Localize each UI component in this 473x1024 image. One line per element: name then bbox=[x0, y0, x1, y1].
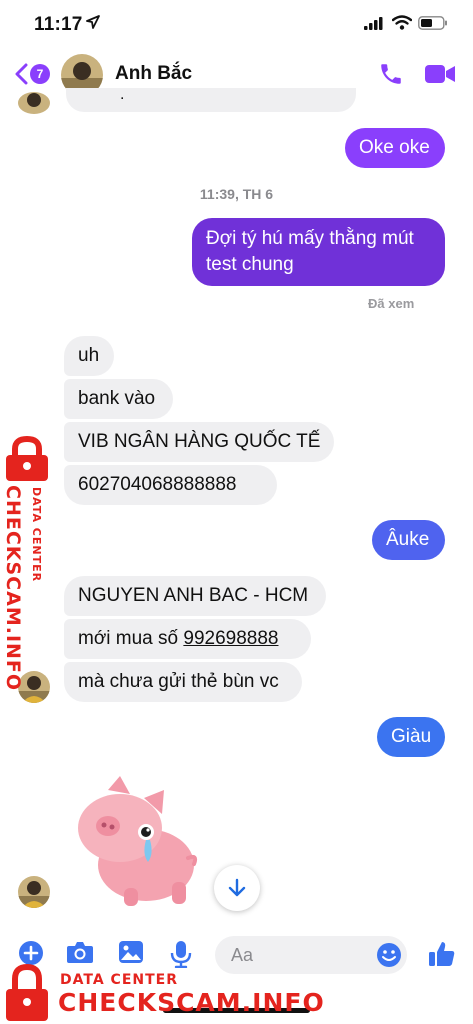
incoming-message[interactable]: VIB NGÂN HÀNG QUỐC TẾ bbox=[64, 422, 334, 462]
back-button[interactable]: 7 bbox=[14, 62, 50, 86]
message-line: test chung bbox=[206, 254, 294, 275]
camera-icon[interactable] bbox=[66, 940, 94, 964]
outgoing-message[interactable]: Âuke bbox=[372, 520, 445, 560]
outgoing-message[interactable]: Oke oke bbox=[345, 128, 445, 168]
location-arrow-icon bbox=[86, 15, 100, 29]
watermark-sub: DATA CENTER bbox=[30, 487, 43, 583]
outgoing-message[interactable]: Đợi tý hú mấy thằng mút test chung bbox=[192, 218, 445, 286]
padlock-icon bbox=[6, 436, 48, 481]
chevron-left-icon bbox=[15, 63, 28, 85]
watermark-main: CHECKSCAM.INFO bbox=[2, 485, 24, 692]
seen-receipt: Đã xem bbox=[368, 296, 415, 311]
padlock-icon bbox=[6, 964, 48, 1021]
cellular-signal-icon bbox=[364, 17, 383, 30]
watermark-sub: DATA CENTER bbox=[60, 972, 178, 988]
contact-avatar-small bbox=[18, 876, 50, 908]
incoming-message[interactable]: mà chưa gửi thẻ bùn vc bbox=[64, 662, 302, 702]
contact-name[interactable]: Anh Bắc bbox=[115, 63, 192, 85]
incoming-message[interactable]: 602704068888888 bbox=[64, 465, 277, 505]
unread-count-badge: 7 bbox=[30, 64, 50, 84]
thumbs-up-icon[interactable] bbox=[428, 940, 456, 968]
plus-icon[interactable] bbox=[18, 940, 44, 966]
microphone-icon[interactable] bbox=[170, 940, 192, 968]
scroll-to-bottom-button[interactable] bbox=[214, 865, 260, 911]
incoming-message[interactable]: bank vào bbox=[64, 379, 173, 419]
emoji-icon[interactable] bbox=[376, 942, 402, 968]
crying-pig-sticker[interactable] bbox=[76, 770, 200, 912]
video-call-icon[interactable] bbox=[424, 63, 456, 85]
gallery-icon[interactable] bbox=[118, 940, 144, 964]
message-thread[interactable]: . Oke oke 11:39, TH 6 Đợi tý hú mấy thằn… bbox=[0, 87, 473, 932]
incoming-message[interactable]: uh bbox=[64, 336, 114, 376]
arrow-down-icon bbox=[228, 878, 246, 897]
status-bar: 11:17 bbox=[0, 0, 473, 48]
outgoing-message[interactable]: Giàu bbox=[377, 717, 445, 757]
status-time: 11:17 bbox=[34, 14, 83, 35]
phone-number-link[interactable]: 992698888 bbox=[183, 628, 278, 649]
incoming-message[interactable]: NGUYEN ANH BAC - HCM bbox=[64, 576, 326, 616]
timestamp: 11:39, TH 6 bbox=[199, 186, 274, 202]
incoming-message[interactable]: . bbox=[66, 87, 356, 112]
wifi-icon bbox=[392, 15, 412, 30]
contact-avatar-small bbox=[18, 92, 50, 114]
message-text: mới mua số bbox=[78, 628, 184, 649]
incoming-message[interactable]: mới mua số 992698888 bbox=[64, 619, 311, 659]
phone-icon[interactable] bbox=[378, 61, 404, 87]
message-line: Đợi tý hú mấy thằng mút bbox=[206, 228, 414, 249]
battery-icon bbox=[418, 16, 447, 30]
watermark-main: CHECKSCAM.INFO bbox=[58, 988, 325, 1017]
